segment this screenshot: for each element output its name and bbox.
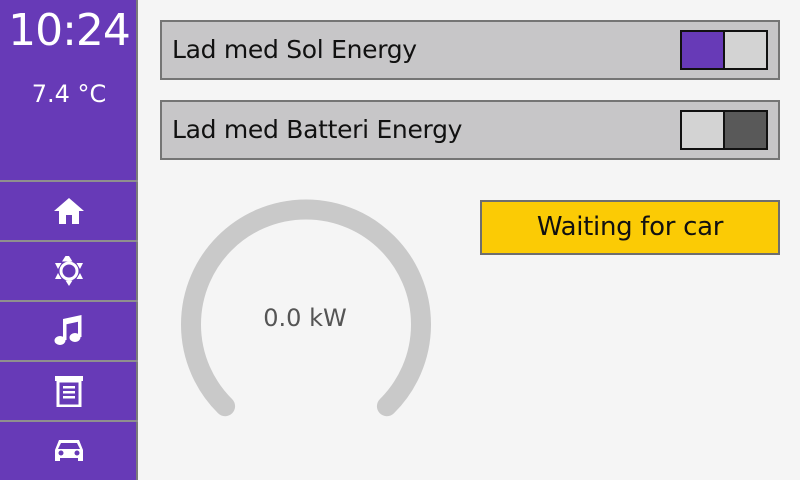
music-note-icon xyxy=(54,315,82,345)
car-icon xyxy=(55,440,83,461)
battery-charging-label: Lad med Batteri Energy xyxy=(172,115,463,144)
charger-status-badge: Waiting for car xyxy=(480,200,780,255)
clock: 10:24 xyxy=(8,5,131,56)
power-readout: 0.0 kW xyxy=(263,304,347,332)
brightness-icon xyxy=(55,256,83,286)
solar-charging-panel: Lad med Sol Energy xyxy=(160,20,780,80)
battery-charging-panel: Lad med Batteri Energy xyxy=(160,100,780,160)
solar-charging-label: Lad med Sol Energy xyxy=(172,35,417,64)
nav-item-home[interactable] xyxy=(0,180,138,240)
sidebar: 10:24 7.4 °C xyxy=(0,0,138,480)
home-icon xyxy=(54,198,84,224)
nav-item-music[interactable] xyxy=(0,300,138,360)
list-document-icon xyxy=(55,376,83,407)
nav-item-car[interactable] xyxy=(0,420,138,480)
nav-item-list[interactable] xyxy=(0,360,138,420)
battery-charging-toggle[interactable] xyxy=(680,110,768,150)
nav-menu xyxy=(0,180,138,480)
temperature-readout: 7.4 °C xyxy=(31,80,107,108)
nav-item-settings[interactable] xyxy=(0,240,138,300)
solar-charging-toggle[interactable] xyxy=(680,30,768,70)
